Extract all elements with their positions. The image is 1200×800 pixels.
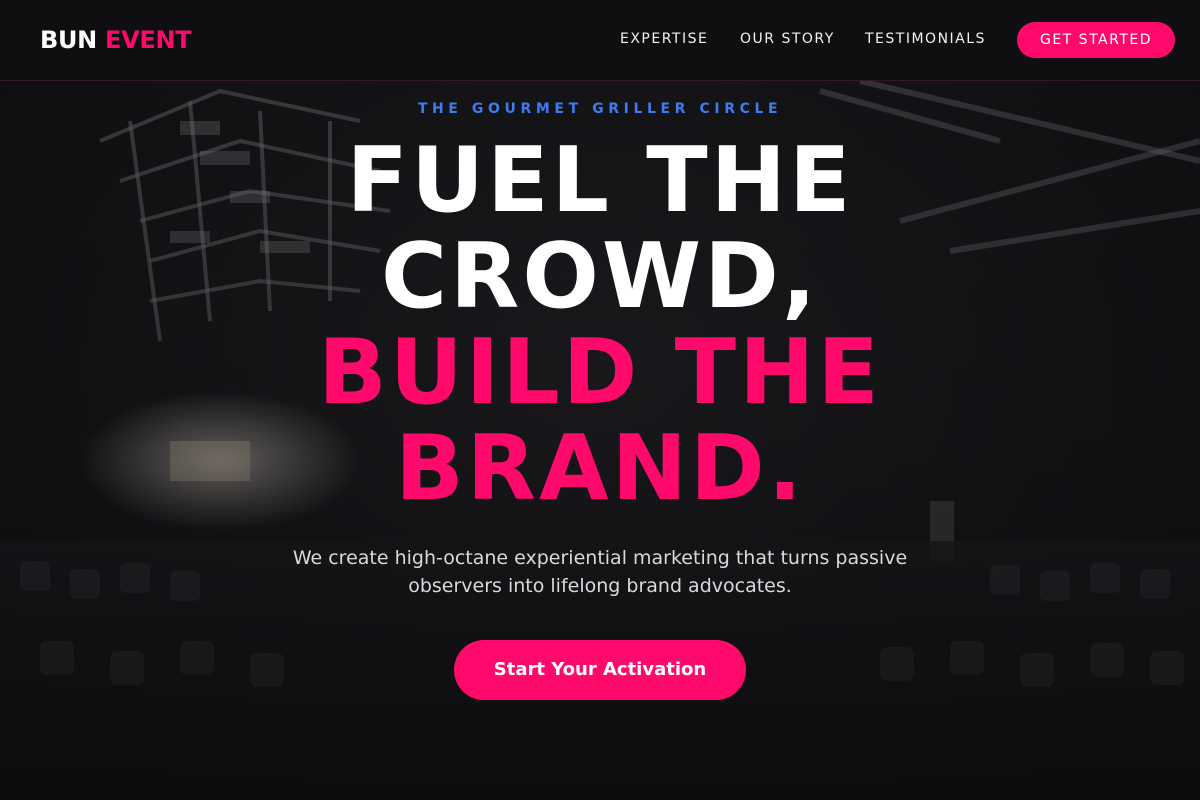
landing-page: BUN EVENT EXPERTISE OUR STORY TESTIMONIA… [0, 0, 1200, 800]
nav-link-expertise[interactable]: EXPERTISE [620, 31, 708, 47]
logo-text-event: EVENT [105, 26, 192, 54]
headline-line-3: BUILD THE [318, 320, 882, 425]
logo[interactable]: BUN EVENT [40, 24, 192, 56]
hero-subtext: We create high-octane experiential marke… [292, 547, 908, 597]
hero-eyebrow: THE GOURMET GRILLER CIRCLE [417, 101, 783, 117]
hero-headline: FUEL THE CROWD, BUILD THE BRAND. [0, 133, 1200, 517]
start-activation-button[interactable]: Start Your Activation [454, 640, 746, 700]
nav-link-our-story[interactable]: OUR STORY [740, 31, 835, 47]
headline-line-1: FUEL THE [346, 128, 854, 233]
headline-line-4: BRAND. [395, 416, 805, 521]
nav-link-testimonials[interactable]: TESTIMONIALS [865, 31, 986, 47]
get-started-button[interactable]: GET STARTED [1017, 22, 1175, 58]
headline-line-2: CROWD, [380, 224, 820, 329]
site-header: BUN EVENT EXPERTISE OUR STORY TESTIMONIA… [0, 0, 1200, 81]
logo-text-bun: BUN [40, 26, 97, 54]
